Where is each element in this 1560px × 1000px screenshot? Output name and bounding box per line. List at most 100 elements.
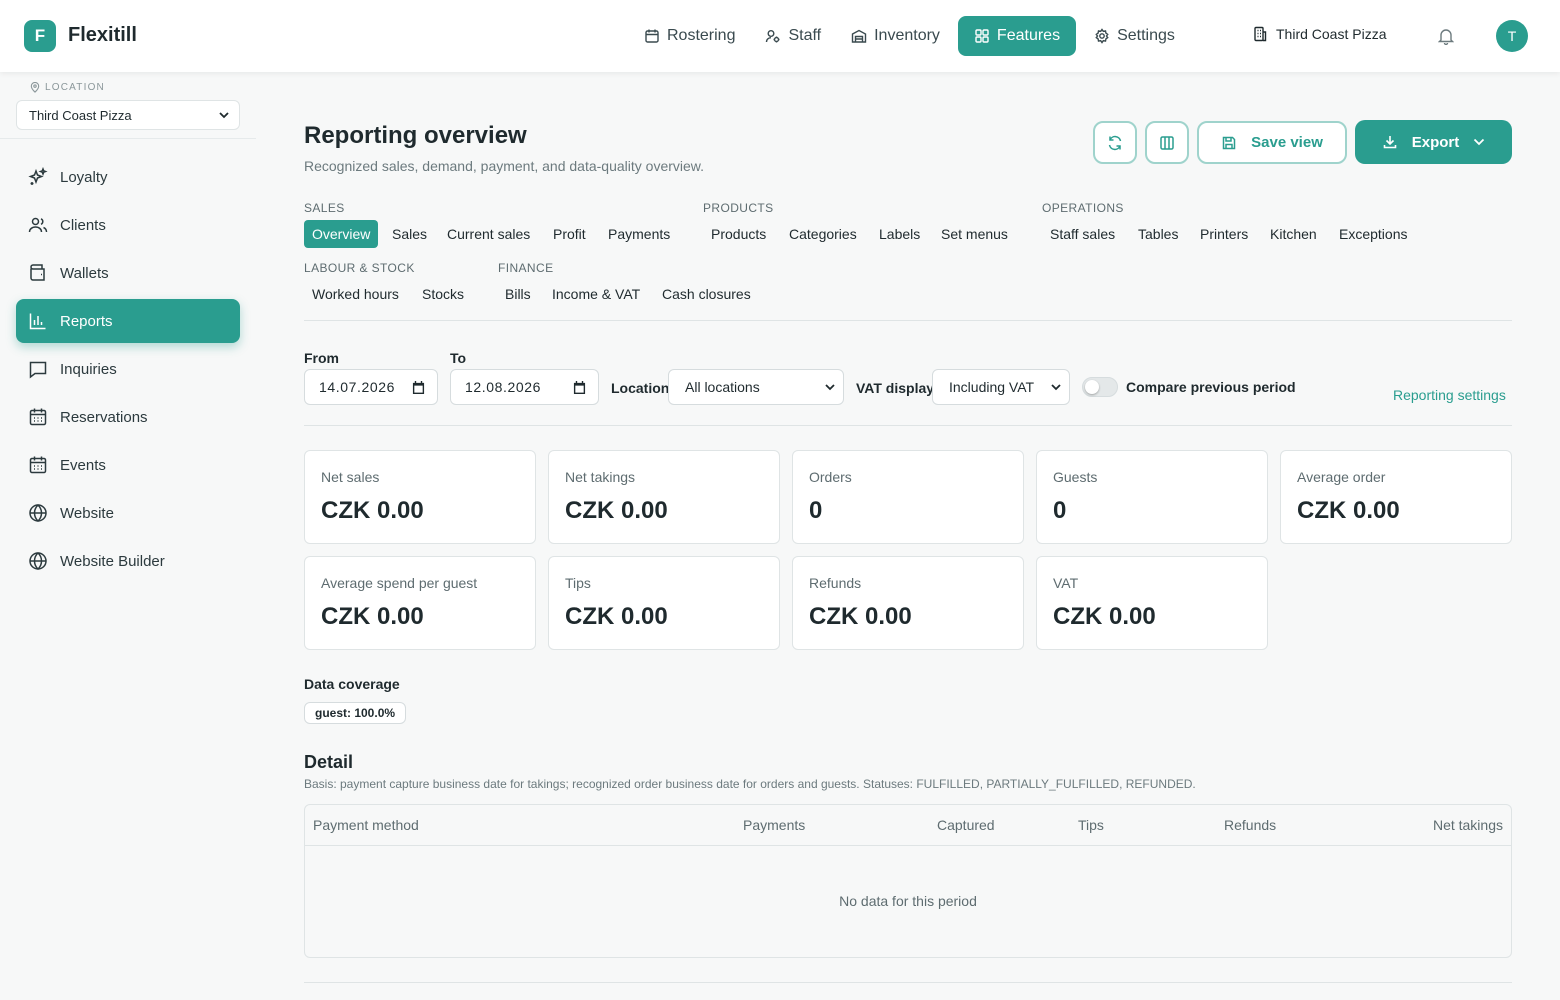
tab-income-vat[interactable]: Income & VAT — [544, 280, 648, 308]
sidebar-item-events[interactable]: Events — [16, 443, 240, 487]
detail-table: Payment method Payments Captured Tips Re… — [304, 804, 1512, 958]
metric-value: CZK 0.00 — [321, 603, 424, 630]
tab-exceptions[interactable]: Exceptions — [1331, 220, 1415, 248]
location-select[interactable]: Third Coast Pizza — [16, 100, 240, 130]
metric-value: CZK 0.00 — [1053, 603, 1156, 630]
tab-stocks[interactable]: Stocks — [414, 280, 472, 308]
column-header[interactable]: Payment method — [313, 817, 419, 833]
refresh-icon — [1108, 135, 1122, 150]
metric-value: CZK 0.00 — [565, 603, 668, 630]
sidebar-item-label: Loyalty — [60, 168, 108, 186]
metric-label: VAT — [1053, 575, 1079, 591]
column-header[interactable]: Net takings — [1433, 817, 1503, 833]
staff-icon — [766, 30, 780, 43]
column-header[interactable]: Payments — [743, 817, 805, 833]
bell-icon[interactable] — [1438, 27, 1454, 45]
tab-payments[interactable]: Payments — [600, 220, 678, 248]
tabs-divider — [304, 320, 1512, 321]
calendar-icon — [645, 29, 659, 43]
vat-display-select[interactable]: Including VAT — [932, 369, 1070, 405]
calendar-icon — [29, 408, 47, 426]
metric-card: Net sales CZK 0.00 — [304, 450, 536, 544]
tab-profit[interactable]: Profit — [545, 220, 594, 248]
topnav-settings[interactable]: Settings — [1082, 16, 1187, 56]
detail-title: Detail — [304, 752, 354, 772]
compare-label: Compare previous period — [1126, 379, 1296, 395]
tab-bills[interactable]: Bills — [497, 280, 539, 308]
topnav-features[interactable]: Features — [957, 16, 1077, 56]
building-icon — [1254, 26, 1267, 42]
metric-label: Refunds — [809, 575, 862, 591]
sidebar-item-label: Reservations — [60, 408, 148, 426]
from-date-value: 14.07.2026 — [319, 379, 396, 395]
metric-value: CZK 0.00 — [565, 497, 668, 524]
refresh-button[interactable] — [1093, 121, 1137, 164]
tab-cash-closures[interactable]: Cash closures — [654, 280, 759, 308]
sidebar-item-website-builder[interactable]: Website Builder — [16, 539, 240, 583]
column-header[interactable]: Refunds — [1224, 817, 1276, 833]
location-filter-select[interactable]: All locations — [668, 369, 844, 405]
metric-value: CZK 0.00 — [1297, 497, 1400, 524]
tab-set-menus[interactable]: Set menus — [933, 220, 1016, 248]
export-label: Export — [1411, 133, 1460, 151]
metric-card: Orders 0 — [792, 450, 1024, 544]
topnav-rostering[interactable]: Rostering — [632, 16, 747, 56]
tab-products[interactable]: Products — [703, 220, 774, 248]
tab-overview[interactable]: Overview — [304, 220, 379, 248]
column-header[interactable]: Captured — [937, 817, 995, 833]
metric-card: Tips CZK 0.00 — [548, 556, 780, 650]
sidebar-item-website[interactable]: Website — [16, 491, 240, 535]
topnav-label: Staff — [788, 27, 822, 44]
tab-staff-sales[interactable]: Staff sales — [1042, 220, 1123, 248]
metric-label: Guests — [1053, 469, 1098, 485]
sidebar-item-label: Website — [60, 504, 114, 522]
sidebar-item-inquiries[interactable]: Inquiries — [16, 347, 240, 391]
tab-printers[interactable]: Printers — [1192, 220, 1256, 248]
columns-button[interactable] — [1145, 121, 1189, 164]
sidebar-item-clients[interactable]: Clients — [16, 203, 240, 247]
wallet-icon — [30, 264, 45, 281]
to-date-input[interactable]: 12.08.2026 — [450, 369, 599, 405]
compare-toggle[interactable] — [1082, 377, 1118, 397]
metric-card: Guests 0 — [1036, 450, 1268, 544]
topnav-label: Settings — [1117, 27, 1175, 44]
vat-display-value: Including VAT — [949, 379, 1035, 395]
sidebar-item-label: Inquiries — [60, 360, 117, 378]
sidebar-item-label: Events — [60, 456, 106, 474]
tab-sales[interactable]: Sales — [384, 220, 435, 248]
tab-tables[interactable]: Tables — [1130, 220, 1186, 248]
sidebar-item-reservations[interactable]: Reservations — [16, 395, 240, 439]
tab-current-sales[interactable]: Current sales — [439, 220, 538, 248]
brand-name[interactable]: Flexitill — [68, 24, 137, 47]
tab-group-labour-label: LABOUR & STOCK — [304, 261, 415, 275]
from-date-input[interactable]: 14.07.2026 — [304, 369, 438, 405]
column-header[interactable]: Tips — [1078, 817, 1104, 833]
sidebar-item-reports[interactable]: Reports — [16, 299, 240, 343]
reporting-settings-link[interactable]: Reporting settings — [1393, 387, 1506, 403]
store-switcher[interactable]: Third Coast Pizza — [1252, 26, 1386, 42]
topnav-inventory[interactable]: Inventory — [839, 16, 952, 56]
export-button[interactable]: Export — [1355, 120, 1512, 164]
chevron-down-icon — [1051, 383, 1061, 390]
topnav-staff[interactable]: Staff — [753, 16, 833, 56]
sidebar-item-loyalty[interactable]: Loyalty — [16, 155, 240, 199]
chevron-down-icon — [1474, 138, 1485, 146]
save-view-button[interactable]: Save view — [1197, 121, 1347, 164]
tab-group-operations-label: OPERATIONS — [1042, 201, 1124, 215]
sidebar-item-wallets[interactable]: Wallets — [16, 251, 240, 295]
metric-value: CZK 0.00 — [809, 603, 912, 630]
globe-icon — [29, 551, 47, 571]
download-icon — [1383, 136, 1397, 149]
location-label: LOCATION — [30, 82, 105, 93]
tab-labels[interactable]: Labels — [871, 220, 928, 248]
calendar-icon — [412, 380, 425, 394]
save-icon — [1222, 136, 1236, 149]
topnav-label: Features — [996, 27, 1061, 44]
tab-categories[interactable]: Categories — [781, 220, 865, 248]
coverage-chip: guest: 100.0% — [304, 702, 407, 724]
avatar[interactable]: T — [1496, 20, 1528, 52]
metric-label: Average spend per guest — [321, 575, 478, 591]
tab-kitchen[interactable]: Kitchen — [1262, 220, 1325, 248]
tab-worked-hours[interactable]: Worked hours — [304, 280, 407, 308]
logo-badge[interactable]: F — [24, 20, 56, 52]
